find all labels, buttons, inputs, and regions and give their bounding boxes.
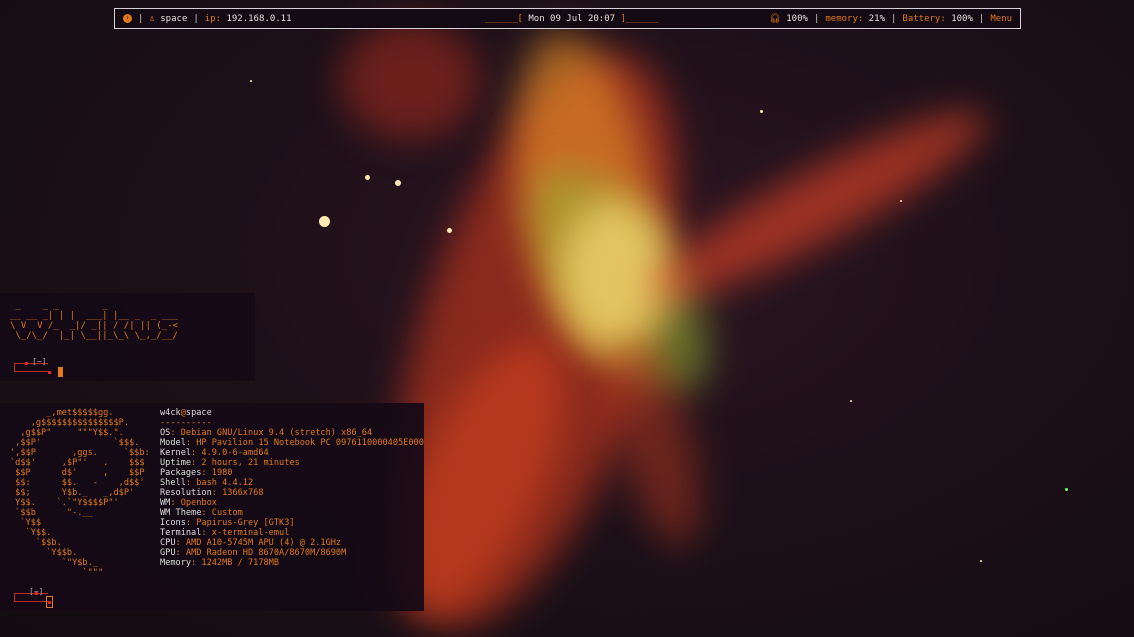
ip-address: 192.168.0.11 [226,13,292,24]
memory-value: 21% [868,13,885,24]
clock-deco-left: ______[ [485,13,523,24]
info-row: Terminal: x-terminal-emul [160,528,424,538]
info-row: Packages: 1980 [160,468,424,478]
info-key: Memory [160,558,192,568]
info-value: Custom [211,508,243,518]
info-colon: : [185,438,197,448]
info-row: Model: HP Pavilion 15 Notebook PC 097611… [160,438,424,448]
info-key: Icons [160,518,186,528]
info-key: WM [160,498,171,508]
info-key: Terminal [160,528,202,538]
info-value: 1980 [211,468,233,478]
info-colon: : [170,428,181,438]
info-value: Openbox [180,498,217,508]
hostname: space [160,13,188,24]
terminal-window-1[interactable]: _ _ _ _ __ __ _| | | ___| |__ _ _ ___ \ … [0,293,255,381]
info-colon: : [191,448,202,458]
info-key: Uptime [160,458,192,468]
info-value: 1366x768 [222,488,264,498]
info-value: AMD A10-5745M APU (4) @ 2.1GHz [185,538,342,548]
top-panel: › | ♙ space | ip: 192.168.0.11 ______[ M… [114,8,1021,29]
info-row: Shell: bash 4.4.12 [160,478,424,488]
info-value: 1242MB / 7178MB [201,558,280,568]
info-row: WM: Openbox [160,498,424,508]
battery-label: Battery: [902,13,946,24]
info-colon: : [185,478,197,488]
separator: | [978,13,985,24]
info-value: Papirus-Grey [GTK3] [196,518,295,528]
ip-label: ip: [204,13,222,24]
system-info: w4ck@space ---------- OS: Debian GNU/Lin… [160,408,424,568]
info-row: Memory: 1242MB / 7178MB [160,558,424,568]
separator: | [193,13,199,24]
info-row: WM Theme: Custom [160,508,424,518]
host: space [185,408,212,418]
info-colon: : [191,458,202,468]
memory-label: memory: [825,13,864,24]
debian-logo: _,met$$$$$gg. ,g$$$$$$$$$$$$$$$P. ,g$$P"… [10,408,150,578]
headphones-icon[interactable]: 🎧︎ [769,14,780,24]
separator: | [891,13,897,24]
info-key: OS [160,428,171,438]
info-key: Kernel [160,448,192,458]
username: w4ck [160,408,181,418]
info-row: Resolution: 1366x768 [160,488,424,498]
info-value: HP Pavilion 15 Notebook PC 0976110000405… [196,438,424,448]
info-colon: : [201,468,212,478]
menu-button[interactable]: Menu [990,14,1012,24]
prompt-cwd: [~] [29,587,44,596]
info-value: AMD Radeon HD 8670A/8670M/8690M [185,548,347,558]
separator: | [813,13,820,24]
prompt-cwd: [~] [32,357,47,366]
info-colon: : [191,558,202,568]
info-colon: : [175,538,186,548]
info-key: WM Theme [160,508,202,518]
divider: ---------- [160,418,212,428]
info-value: bash 4.4.12 [196,478,254,488]
terminal-cursor [46,596,53,608]
clock-deco-right: ]______ [620,13,659,24]
info-value: 2 hours, 21 minutes [201,458,300,468]
clock[interactable]: ______[ Mon 09 Jul 20:07 ]______ [485,14,658,24]
info-row: CPU: AMD A10-5745M APU (4) @ 2.1GHz [160,538,424,548]
info-key: Resolution [160,488,212,498]
info-row: OS: Debian GNU/Linux 9.4 (stretch) x86_6… [160,428,424,438]
info-row: Kernel: 4.9.0-6-amd64 [160,448,424,458]
user-host: w4ck@space [160,408,424,418]
ascii-banner: _ _ _ _ __ __ _| | | ___| |__ _ _ ___ \ … [10,301,178,341]
info-colon: : [170,498,181,508]
clock-date: Mon 09 Jul 20:07 [528,13,616,24]
info-colon: : [175,548,186,558]
terminal-cursor [58,367,63,377]
info-row: Icons: Papirus-Grey [GTK3] [160,518,424,528]
info-colon: : [211,488,223,498]
info-colon: : [201,508,212,518]
info-key: Shell [160,478,186,488]
info-colon: : [185,518,197,528]
info-row: Uptime: 2 hours, 21 minutes [160,458,424,468]
prompt-dot [25,362,28,365]
info-key: GPU [160,548,176,558]
info-value: 4.9.0-6-amd64 [201,448,269,458]
info-value: x-terminal-emul [211,528,290,538]
launcher-icon[interactable]: › [123,14,132,23]
terminal-window-2[interactable]: _,met$$$$$gg. ,g$$$$$$$$$$$$$$$P. ,g$$P"… [0,403,424,611]
info-key: CPU [160,538,176,548]
separator: | [138,13,144,24]
info-colon: : [201,528,212,538]
volume-value: 100% [786,13,808,24]
info-key: Packages [160,468,202,478]
linux-icon: ♙ [149,13,155,24]
info-row: GPU: AMD Radeon HD 8670A/8670M/8690M [160,548,424,558]
prompt-dot [48,371,51,374]
info-value: Debian GNU/Linux 9.4 (stretch) x86_64 [180,428,373,438]
info-key: Model [160,438,186,448]
battery-value: 100% [951,13,973,24]
